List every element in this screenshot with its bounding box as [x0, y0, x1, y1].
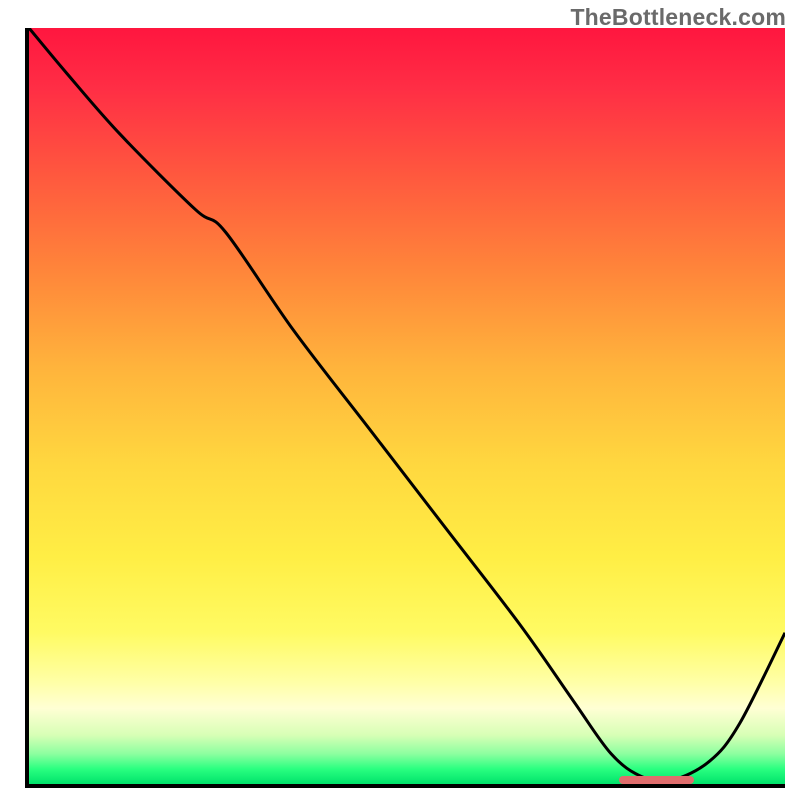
- bottleneck-curve: [29, 28, 785, 784]
- curve-path: [29, 28, 785, 781]
- chart-frame: TheBottleneck.com: [0, 0, 800, 800]
- watermark-text: TheBottleneck.com: [570, 4, 786, 31]
- plot-area: [25, 28, 785, 788]
